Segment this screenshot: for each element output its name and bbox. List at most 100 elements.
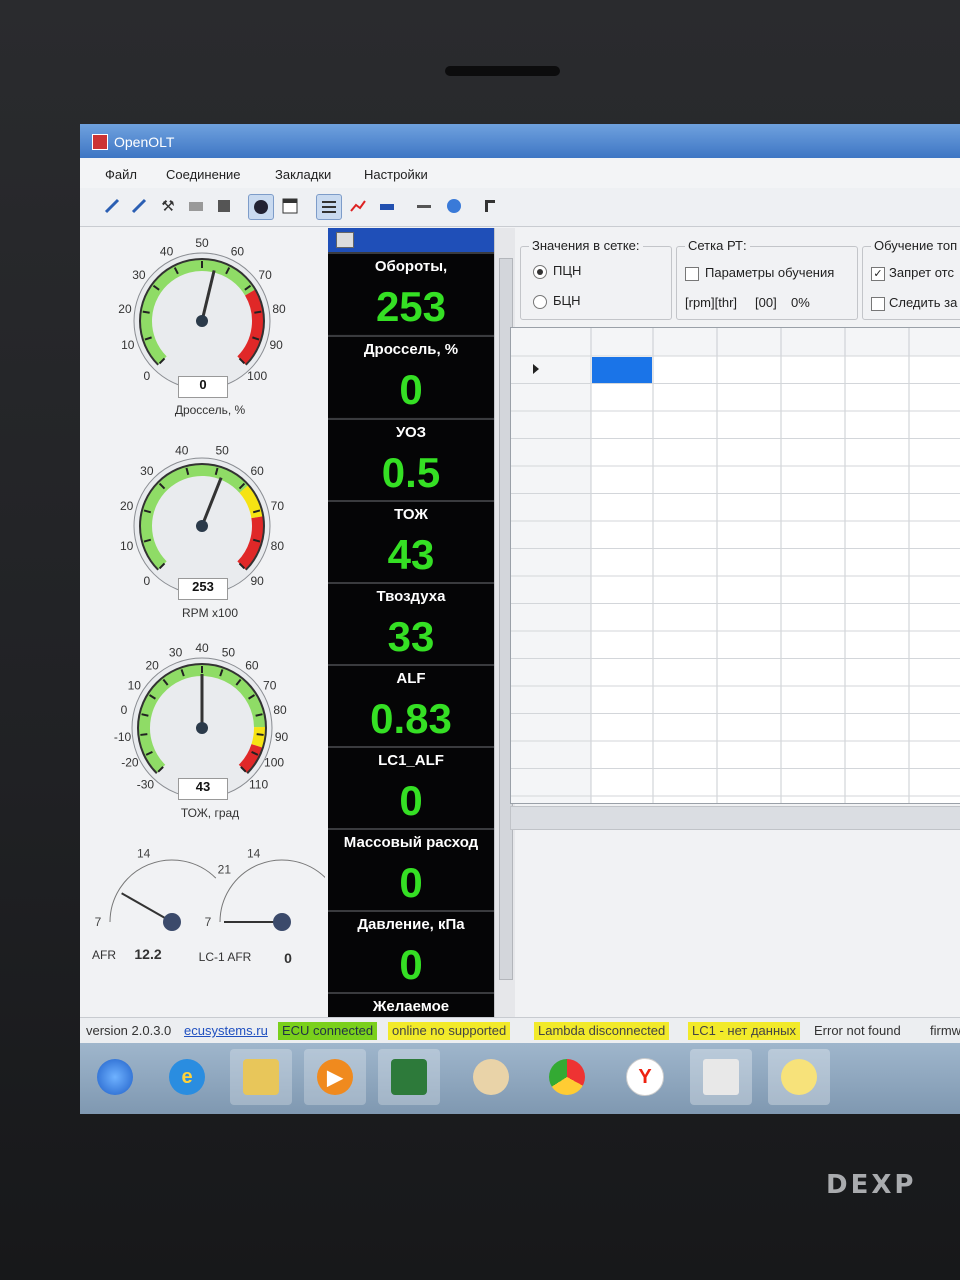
track-checkbox[interactable] [871, 297, 885, 311]
tile-mass-flow: Массовый расход 0 [328, 828, 494, 910]
afr-value: 12.2 [134, 946, 162, 962]
rt-field-axes: [rpm][thr] [685, 295, 738, 310]
tile-value: 253 [375, 283, 447, 330]
taskbar-media-player[interactable]: ▶ [304, 1049, 366, 1105]
pen-icon[interactable] [127, 194, 151, 218]
tile-label: Массовый расход [343, 834, 479, 851]
coolant-gauge-tick-label: 90 [275, 730, 289, 744]
tile-label: LC1_ALF [378, 752, 444, 769]
taskbar-paint[interactable] [460, 1049, 522, 1105]
tile-air-temp: Твоздуха 33 [328, 582, 494, 664]
fuel-table-grid[interactable] [510, 327, 960, 804]
throttle-gauge-tick-label: 50 [195, 236, 209, 250]
coolant-gauge-tick-label: 50 [222, 645, 236, 659]
throttle-gauge-tick-label: 100 [247, 369, 267, 383]
webcam-slot [445, 66, 560, 76]
menu-bookmarks[interactable]: Закладки [275, 167, 331, 182]
lc1-gauge-tick-label: 7 [205, 915, 212, 929]
afr-gauge-hub [163, 913, 181, 931]
rpm-gauge-tick-label: 70 [271, 499, 285, 513]
gauge-icon[interactable] [248, 194, 274, 220]
app-icon [92, 134, 108, 150]
grid-values-group: Значения в сетке: ПЦН БЦН [520, 238, 672, 320]
list-icon[interactable] [316, 194, 342, 220]
tile-ignition-timing: УОЗ 0.5 [328, 418, 494, 500]
status-version: version 2.0.3.0 [86, 1023, 172, 1038]
tile-label: Обороты, [374, 258, 448, 275]
cutoff-ban-checkbox[interactable]: ✓ [871, 267, 885, 281]
tile-rpm: Обороты, 253 [328, 252, 494, 334]
coolant-gauge-tick-label: 0 [121, 703, 128, 717]
grid-rt-title: Сетка РТ: [685, 238, 750, 253]
menu-settings[interactable]: Настройки [364, 167, 428, 182]
taskbar: e ▶ Y [80, 1043, 960, 1114]
status-site-link[interactable]: ecusystems.ru [180, 1022, 272, 1040]
rpm-gauge-label: RPM x100 [181, 606, 239, 620]
rpm-gauge-tick-label: 40 [175, 444, 189, 458]
pen-icon[interactable] [100, 194, 124, 218]
windows-icon [97, 1059, 133, 1095]
pin-icon[interactable] [478, 194, 502, 218]
afr-gauge-tick-label: 7 [95, 915, 102, 929]
status-error: Error not found [814, 1023, 901, 1038]
tile-coolant-temp: ТОЖ 43 [328, 500, 494, 582]
coolant-gauge-tick [256, 733, 264, 736]
throttle-gauge-tick-label: 60 [231, 245, 245, 259]
gauge-column: 0 10 20 30 40 50 60 70 80 90 100 0 10 20 30 40 50 60 70 80 9… [80, 226, 325, 1026]
tools-icon[interactable]: ⚒ [156, 194, 180, 218]
grid-horizontal-scrollbar[interactable] [510, 806, 960, 830]
radio-bcn-label: БЦН [553, 293, 581, 308]
coolant-gauge-tick-label: -10 [114, 730, 132, 744]
radio-pcn[interactable] [533, 265, 547, 279]
menu-connection[interactable]: Соединение [166, 167, 241, 182]
throttle-gauge-tick-label: 10 [121, 338, 135, 352]
throttle-gauge-tick-label: 40 [160, 245, 174, 259]
palette-icon [473, 1059, 509, 1095]
tile-pressure: Давление, кПа 0 [328, 910, 494, 992]
clock-icon[interactable] [442, 194, 466, 218]
chart-icon[interactable] [346, 194, 370, 218]
ecu-icon[interactable] [184, 194, 208, 218]
afr-gauge-scale [109, 859, 217, 923]
rpm-gauge-tick-label: 80 [271, 539, 285, 553]
car-icon[interactable] [375, 194, 399, 218]
track-label: Следить за [889, 295, 958, 310]
menu-file[interactable]: Файл [105, 167, 137, 182]
status-ecu: ECU connected [278, 1022, 378, 1040]
training-group: Обучение топ ✓ Запрет отс Следить за [862, 238, 960, 320]
status-firmware: firmw [930, 1023, 960, 1038]
coolant-gauge-tick-label: 30 [169, 645, 183, 659]
coolant-gauge-tick-label: -30 [137, 778, 155, 792]
taskbar-tips[interactable] [768, 1049, 830, 1105]
bulb-icon [781, 1059, 817, 1095]
rpm-gauge-tick-label: 20 [120, 499, 134, 513]
ie-icon: e [169, 1059, 205, 1095]
lc1-gauge-tick-label: 14 [247, 847, 261, 861]
taskbar-app[interactable] [378, 1049, 440, 1105]
training-params-label: Параметры обучения [705, 265, 835, 280]
start-button[interactable] [84, 1049, 146, 1105]
screen: OpenOLT Файл Соединение Закладки Настрой… [80, 124, 960, 1114]
tile-throttle: Дроссель, % 0 [328, 335, 494, 417]
grid-rt-group: Сетка РТ: Параметры обучения [rpm][thr] … [676, 238, 858, 320]
rpm-gauge-hub [196, 520, 208, 532]
taskbar-explorer[interactable] [230, 1049, 292, 1105]
taskbar-ie[interactable]: e [156, 1049, 218, 1105]
throttle-gauge-tick-label: 0 [144, 369, 151, 383]
taskbar-chrome[interactable] [536, 1049, 598, 1105]
dash-icon[interactable] [412, 194, 436, 218]
tile-label: Давление, кПа [357, 916, 465, 933]
taskbar-openolt[interactable] [690, 1049, 752, 1105]
training-params-checkbox[interactable] [685, 267, 699, 281]
panel-icon[interactable] [336, 232, 354, 248]
lc1-gauge-scale [219, 859, 325, 923]
parameter-panel-header [328, 228, 494, 252]
save-icon[interactable] [212, 194, 236, 218]
taskbar-yandex[interactable]: Y [614, 1049, 676, 1105]
radio-bcn[interactable] [533, 295, 547, 309]
throttle-readout: 0 [178, 376, 228, 398]
throttle-gauge-tick-label: 30 [132, 268, 146, 282]
tile-label: Желаемое [372, 998, 450, 1015]
window-icon[interactable] [278, 194, 302, 218]
rt-field-percent: 0% [791, 295, 810, 310]
